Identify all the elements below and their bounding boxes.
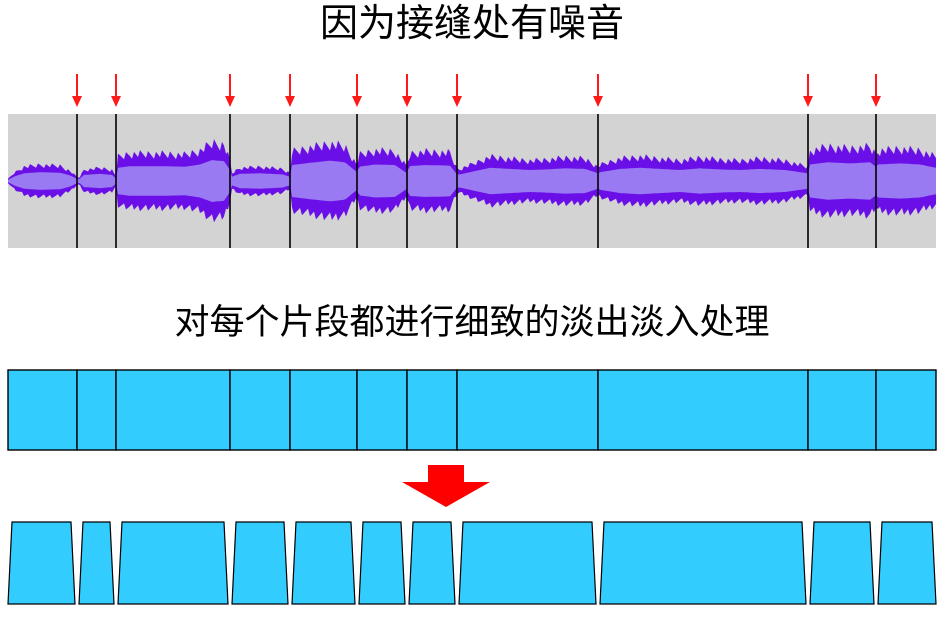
segment-rectangle — [76, 369, 117, 451]
segment-trapezoid — [599, 521, 807, 605]
seam-arrow-icon — [593, 74, 603, 107]
seam-arrow-icon — [225, 74, 235, 107]
seam-arrow-icon — [803, 74, 813, 107]
seam-arrow-icon — [285, 74, 295, 107]
seam-arrow-icon — [72, 74, 82, 107]
segment-trapezoid — [358, 521, 406, 605]
segment-trapezoid — [877, 521, 937, 605]
segment-trapezoid — [117, 521, 229, 605]
segment-trapezoid — [78, 521, 115, 605]
big-red-down-arrow-icon — [402, 465, 490, 507]
segment-trapezoid — [231, 521, 289, 605]
segment-row-trapezoids — [7, 521, 937, 605]
segment-trapezoid — [408, 521, 456, 605]
diagram-canvas — [7, 74, 937, 605]
seam-arrow-icon — [452, 74, 462, 107]
segment-rectangle — [289, 369, 358, 451]
segment-trapezoid — [7, 521, 76, 605]
segment-rectangle — [356, 369, 408, 451]
segment-trapezoid — [291, 521, 356, 605]
segment-rectangle — [229, 369, 291, 451]
segment-trapezoid — [809, 521, 875, 605]
waveform-strip — [8, 114, 936, 248]
seam-arrow-icon — [111, 74, 121, 107]
segment-trapezoid — [458, 521, 597, 605]
seam-arrow-icon — [871, 74, 881, 107]
segment-rectangle — [597, 369, 809, 451]
segment-row-rectangles — [7, 369, 937, 451]
segment-rectangle — [807, 369, 877, 451]
segment-rectangle — [456, 369, 599, 451]
segment-rectangle — [115, 369, 231, 451]
seam-arrows — [72, 74, 881, 107]
seam-arrow-icon — [352, 74, 362, 107]
seam-arrow-icon — [402, 74, 412, 107]
segment-rectangle — [406, 369, 458, 451]
segment-rectangle — [875, 369, 937, 451]
segment-rectangle — [7, 369, 78, 451]
